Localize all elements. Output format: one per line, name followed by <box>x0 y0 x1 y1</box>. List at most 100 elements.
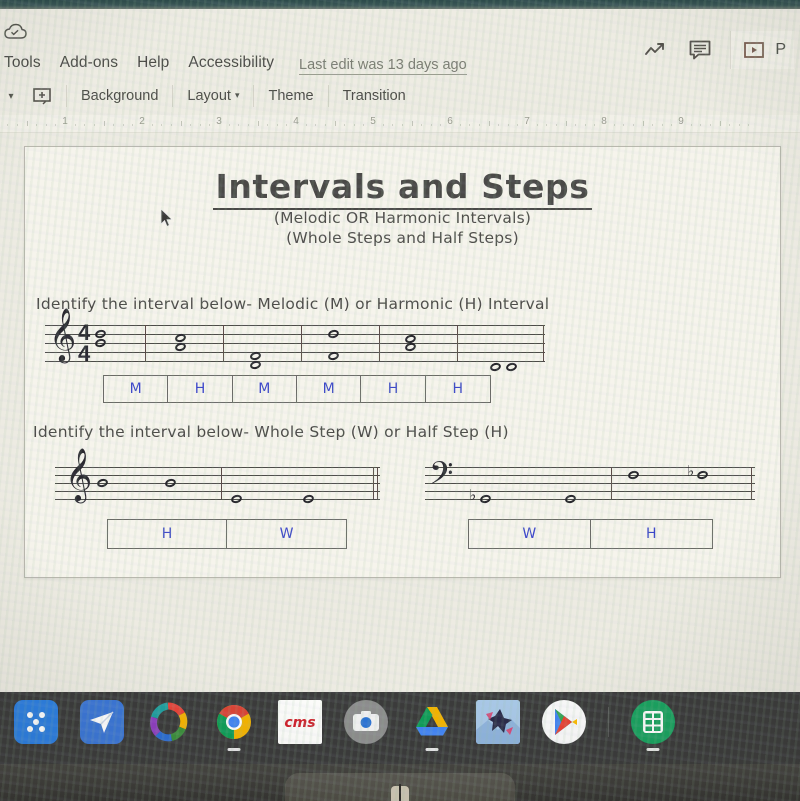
answer-cell[interactable]: H <box>361 376 426 402</box>
notehead <box>94 337 107 349</box>
play-store-icon[interactable] <box>542 700 586 744</box>
notehead <box>164 477 177 489</box>
ruler-tick <box>401 124 403 126</box>
ruler-tick <box>209 124 211 126</box>
answers-table-2-right: W H <box>468 519 713 549</box>
bass-clef-icon: 𝄢 <box>429 455 454 499</box>
ruler-tick <box>276 124 278 126</box>
menu-item-help[interactable]: Help <box>137 54 169 72</box>
hinge-seam <box>399 784 401 801</box>
chrome-icon[interactable] <box>212 700 256 751</box>
cms-icon[interactable]: cms <box>278 700 322 744</box>
slide-page[interactable]: Intervals and Steps (Melodic OR Harmonic… <box>24 146 781 578</box>
trending-up-icon[interactable] <box>642 36 670 64</box>
present-button[interactable]: P <box>730 31 794 69</box>
new-slide-icon[interactable] <box>22 87 62 105</box>
layout-button-label: Layout <box>187 88 231 104</box>
ruler-tick <box>161 124 163 126</box>
ruler-tick <box>93 124 95 126</box>
ruler-tick <box>190 124 192 126</box>
answer-cell[interactable]: M <box>233 376 297 402</box>
answer-cell[interactable]: M <box>104 376 169 402</box>
notehead <box>489 361 502 373</box>
background-button[interactable]: Background <box>71 88 168 104</box>
answer-cell[interactable]: W <box>227 520 346 548</box>
ruler-tick <box>700 124 702 126</box>
svg-text:cms: cms <box>284 715 315 731</box>
ruler-tick <box>748 124 750 126</box>
answer-cell[interactable]: H <box>168 376 233 402</box>
color-ring-icon[interactable] <box>146 700 190 744</box>
notehead <box>327 328 340 340</box>
slide-subtitle-1: (Melodic OR Harmonic Intervals) <box>273 209 532 227</box>
notehead <box>327 350 340 362</box>
ruler-tick <box>488 121 490 126</box>
ruler-tick <box>151 124 153 126</box>
launcher-icon[interactable] <box>14 700 58 744</box>
chromeos-shelf: cms <box>0 692 800 764</box>
notehead <box>696 469 709 481</box>
slide-title: Intervals and Steps <box>25 167 780 210</box>
menu-bar-right-icons: P <box>642 31 794 69</box>
last-edit-status[interactable]: Last edit was 13 days ago <box>299 57 467 75</box>
screenshot-root: Tools Add-ons Help Accessibility Last ed… <box>0 0 800 801</box>
toolbar-overflow-caret[interactable]: ▾ <box>0 91 22 102</box>
ruler-number: 5 <box>370 116 376 127</box>
ruler-tick <box>498 124 500 126</box>
ruler-tick <box>267 124 269 126</box>
ruler-tick <box>690 124 692 126</box>
shelf-separator <box>608 707 609 737</box>
staff-bass-steps: 𝄢 ♭ ♭ <box>425 458 755 505</box>
ruler-tick <box>478 124 480 126</box>
menu-item-add-ons[interactable]: Add-ons <box>60 54 118 72</box>
sheets-calculator-icon[interactable] <box>631 700 675 751</box>
ruler-tick <box>613 124 615 126</box>
ruler-tick <box>623 124 625 126</box>
ruler-tick <box>411 121 413 126</box>
photos-dancer-icon[interactable] <box>476 700 520 744</box>
menu-item-accessibility[interactable]: Accessibility <box>188 54 274 72</box>
answer-cell[interactable]: W <box>469 520 591 548</box>
ruler-number: 9 <box>678 116 684 127</box>
notehead <box>627 469 640 481</box>
notehead <box>564 493 577 505</box>
ruler-tick <box>469 124 471 126</box>
slide-canvas[interactable]: Intervals and Steps (Melodic OR Harmonic… <box>0 133 800 692</box>
ruler-tick <box>575 124 577 126</box>
ruler-ticks: 1 2 3 4 5 6 7 8 9 <box>7 115 792 133</box>
ruler-tick <box>536 124 538 126</box>
layout-button[interactable]: Layout ▾ <box>177 88 249 104</box>
shelf-app-list: cms <box>14 700 675 751</box>
chevron-down-icon: ▾ <box>234 90 240 100</box>
answer-cell[interactable]: H <box>108 520 227 548</box>
ruler-tick <box>546 124 548 126</box>
prompt-melodic-harmonic: Identify the interval below- Melodic (M)… <box>36 295 550 313</box>
answer-cell[interactable]: M <box>297 376 362 402</box>
monitor-bezel-top <box>0 0 800 9</box>
camera-icon[interactable] <box>344 700 388 744</box>
ruler-tick <box>363 124 365 126</box>
google-drive-icon[interactable] <box>410 700 454 751</box>
ruler-tick <box>199 124 201 126</box>
notehead <box>505 361 518 373</box>
ruler-number: 1 <box>62 116 68 127</box>
answer-cell[interactable]: H <box>591 520 713 548</box>
ruler-tick <box>555 124 557 126</box>
notehead <box>302 493 315 505</box>
ruler[interactable]: 1 2 3 4 5 6 7 8 9 <box>0 115 800 133</box>
ruler-tick <box>334 121 336 126</box>
mouse-pointer-icon <box>160 208 174 228</box>
ruler-tick <box>84 124 86 126</box>
menu-item-tools[interactable]: Tools <box>4 54 41 72</box>
play-movies-icon[interactable] <box>80 700 124 744</box>
answers-table-2-left: H W <box>107 519 347 549</box>
transition-button[interactable]: Transition <box>333 88 416 104</box>
ruler-tick <box>238 124 240 126</box>
comment-icon[interactable] <box>686 36 714 64</box>
ruler-tick <box>257 121 259 126</box>
toolbar-divider <box>66 85 67 107</box>
answer-cell[interactable]: H <box>426 376 490 402</box>
ruler-tick <box>632 124 634 126</box>
theme-button[interactable]: Theme <box>258 88 323 104</box>
ruler-tick <box>671 124 673 126</box>
